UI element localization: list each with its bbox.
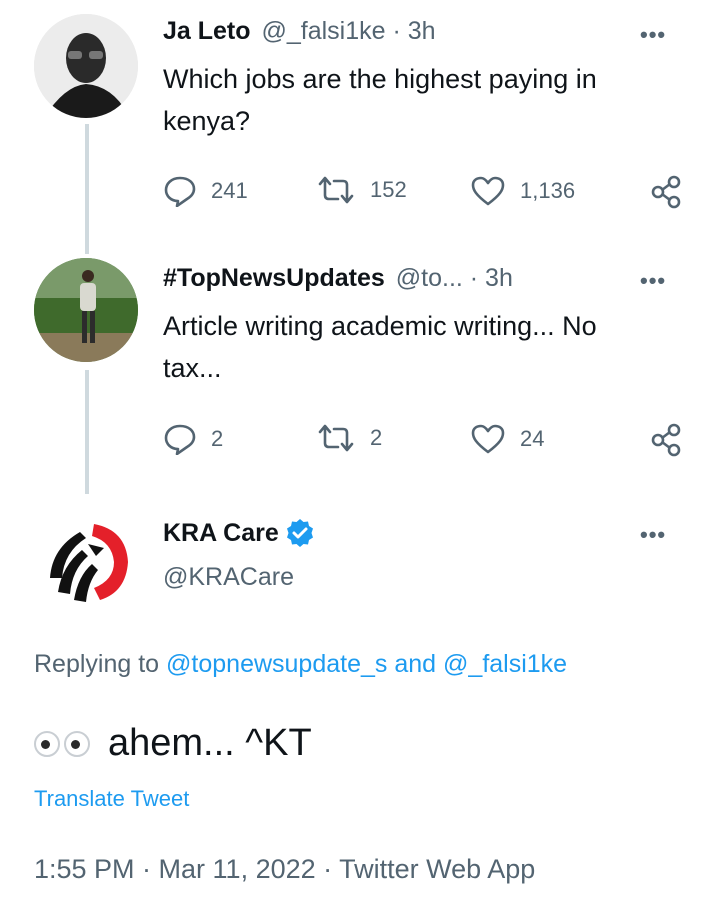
replying-to: Replying to @topnewsupdate_s and @_falsi… (34, 650, 568, 678)
tweet-text: Which jobs are the highest paying in (163, 64, 597, 94)
tweet-body: ahem... ^KT (34, 722, 312, 765)
more-options-icon[interactable]: ••• (640, 270, 666, 292)
translate-tweet-link[interactable]: Translate Tweet (34, 786, 189, 812)
speech-bubble-icon (164, 424, 196, 455)
retweet-icon (318, 424, 354, 452)
retweet-button[interactable]: 2 (316, 423, 382, 453)
handle-and-time[interactable]: @to... · 3h (396, 264, 513, 292)
share-button[interactable] (650, 423, 682, 457)
heart-icon (471, 424, 505, 454)
verified-badge-icon (286, 519, 313, 547)
author-name[interactable]: #TopNewsUpdates (163, 264, 385, 292)
reply-button[interactable]: 241 (163, 175, 248, 207)
tweet-text: kenya? (163, 106, 251, 136)
thread-connector (85, 124, 89, 254)
heart-icon (471, 176, 505, 206)
like-button[interactable]: 1,136 (470, 175, 575, 207)
reply-count: 2 (211, 426, 224, 451)
timestamp[interactable]: 1:55 PM · Mar 11, 2022 · Twitter Web App (34, 854, 535, 885)
like-button[interactable]: 24 (470, 423, 544, 455)
thread-connector (85, 370, 89, 494)
retweet-icon (318, 176, 354, 204)
author-name[interactable]: KRA Care (163, 519, 279, 548)
retweet-count: 152 (370, 177, 407, 202)
mention-link[interactable]: @topnewsupdate_s (166, 650, 387, 678)
retweet-button[interactable]: 152 (316, 175, 407, 205)
more-options-icon[interactable]: ••• (640, 524, 666, 546)
tweet-text: tax... (163, 353, 222, 383)
share-button[interactable] (650, 175, 682, 209)
more-options-icon[interactable]: ••• (640, 24, 666, 46)
kra-logo-avatar[interactable] (34, 508, 138, 612)
eyes-emoji (34, 730, 94, 757)
mention-link[interactable]: @_falsi1ke (443, 650, 567, 678)
share-icon (651, 175, 681, 209)
reply-button[interactable]: 2 (163, 423, 223, 455)
share-icon (651, 423, 681, 457)
reply-count: 241 (211, 178, 248, 203)
like-count: 1,136 (520, 178, 576, 203)
like-count: 24 (520, 426, 545, 451)
tweet-text: ahem... ^KT (108, 722, 312, 764)
retweet-count: 2 (370, 425, 383, 450)
speech-bubble-icon (164, 176, 196, 207)
tweet-text: Article writing academic writing... No (163, 311, 597, 341)
avatar[interactable] (34, 258, 138, 362)
handle[interactable]: @KRACare (163, 563, 294, 592)
avatar[interactable] (34, 14, 138, 118)
handle-and-time[interactable]: @_falsi1ke · 3h (261, 17, 435, 45)
author-name[interactable]: Ja Leto (163, 17, 251, 45)
